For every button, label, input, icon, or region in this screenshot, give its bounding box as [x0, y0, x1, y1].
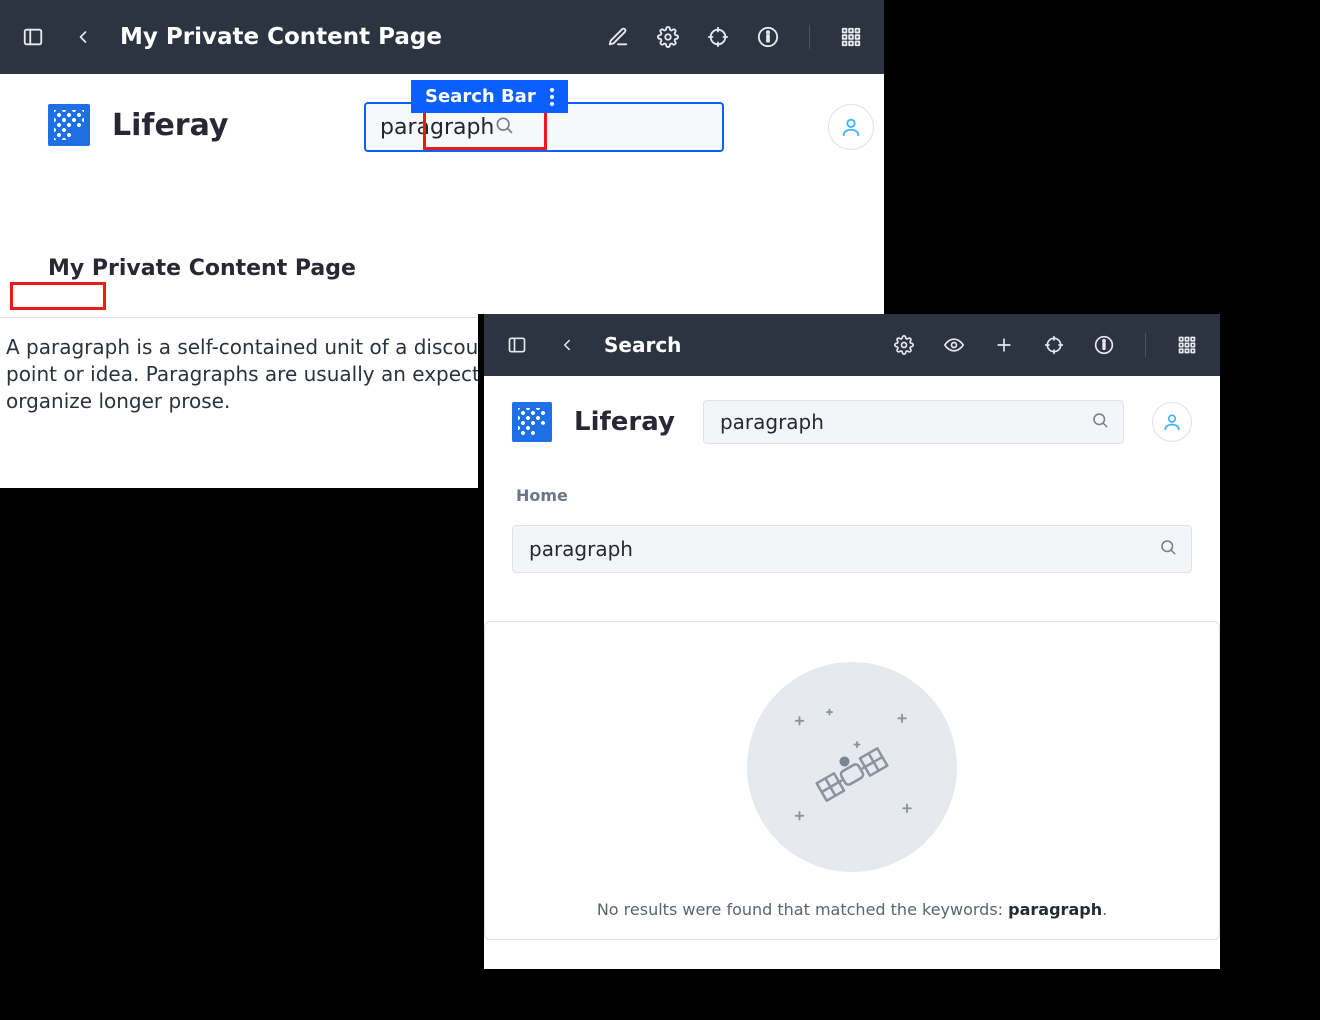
eye-icon[interactable]	[941, 332, 967, 358]
sidebar-toggle-icon[interactable]	[504, 332, 530, 358]
target-icon[interactable]	[705, 24, 731, 50]
apps-grid-icon[interactable]	[1174, 332, 1200, 358]
user-avatar[interactable]	[1152, 402, 1192, 442]
search-icon[interactable]	[1091, 411, 1109, 433]
results-search-bar[interactable]	[512, 525, 1192, 573]
pencil-icon[interactable]	[605, 24, 631, 50]
site-name: Liferay	[574, 407, 675, 437]
liferay-logo-icon	[512, 402, 552, 442]
search-input-value[interactable]: paragraph	[380, 115, 494, 140]
back-icon[interactable]	[554, 332, 580, 358]
page-title: Search	[604, 333, 681, 357]
editor-toolbar: My Private Content Page	[0, 0, 884, 74]
search-icon[interactable]	[494, 115, 514, 139]
header-search-bar[interactable]	[703, 400, 1124, 444]
more-vert-icon[interactable]	[550, 88, 554, 106]
plus-icon[interactable]	[991, 332, 1017, 358]
results-search-input[interactable]	[527, 536, 1159, 562]
user-avatar[interactable]	[828, 104, 874, 150]
search-results-page: Search Liferay	[484, 314, 1220, 969]
search-icon[interactable]	[1159, 538, 1177, 560]
empty-state-illustration	[747, 662, 957, 872]
highlighted-keyword: paragraph	[26, 335, 130, 359]
page-title: My Private Content Page	[120, 24, 442, 50]
no-results-keyword: paragraph	[1008, 900, 1102, 919]
site-header-row: Liferay	[512, 400, 1192, 444]
toolbar-separator	[1145, 333, 1146, 357]
toolbar-separator	[809, 25, 810, 49]
header-search-input[interactable]	[718, 409, 1091, 435]
search-toolbar: Search	[484, 314, 1220, 376]
breadcrumb[interactable]: Home	[516, 486, 1192, 505]
gear-icon[interactable]	[891, 332, 917, 358]
liferay-logo-icon	[48, 104, 90, 146]
apps-grid-icon[interactable]	[838, 24, 864, 50]
info-icon[interactable]	[755, 24, 781, 50]
content-heading: My Private Content Page	[48, 256, 836, 281]
target-icon[interactable]	[1041, 332, 1067, 358]
sidebar-toggle-icon[interactable]	[20, 24, 46, 50]
fragment-label-tag[interactable]: Search Bar	[411, 80, 568, 113]
back-icon[interactable]	[70, 24, 96, 50]
fragment-label-text: Search Bar	[425, 86, 536, 107]
results-card: No results were found that matched the k…	[484, 621, 1220, 940]
site-logo-row: Liferay	[512, 402, 675, 442]
gear-icon[interactable]	[655, 24, 681, 50]
search-page-body: Liferay Home	[484, 376, 1220, 597]
info-icon[interactable]	[1091, 332, 1117, 358]
no-results-message: No results were found that matched the k…	[597, 900, 1107, 919]
site-name: Liferay	[112, 108, 228, 143]
